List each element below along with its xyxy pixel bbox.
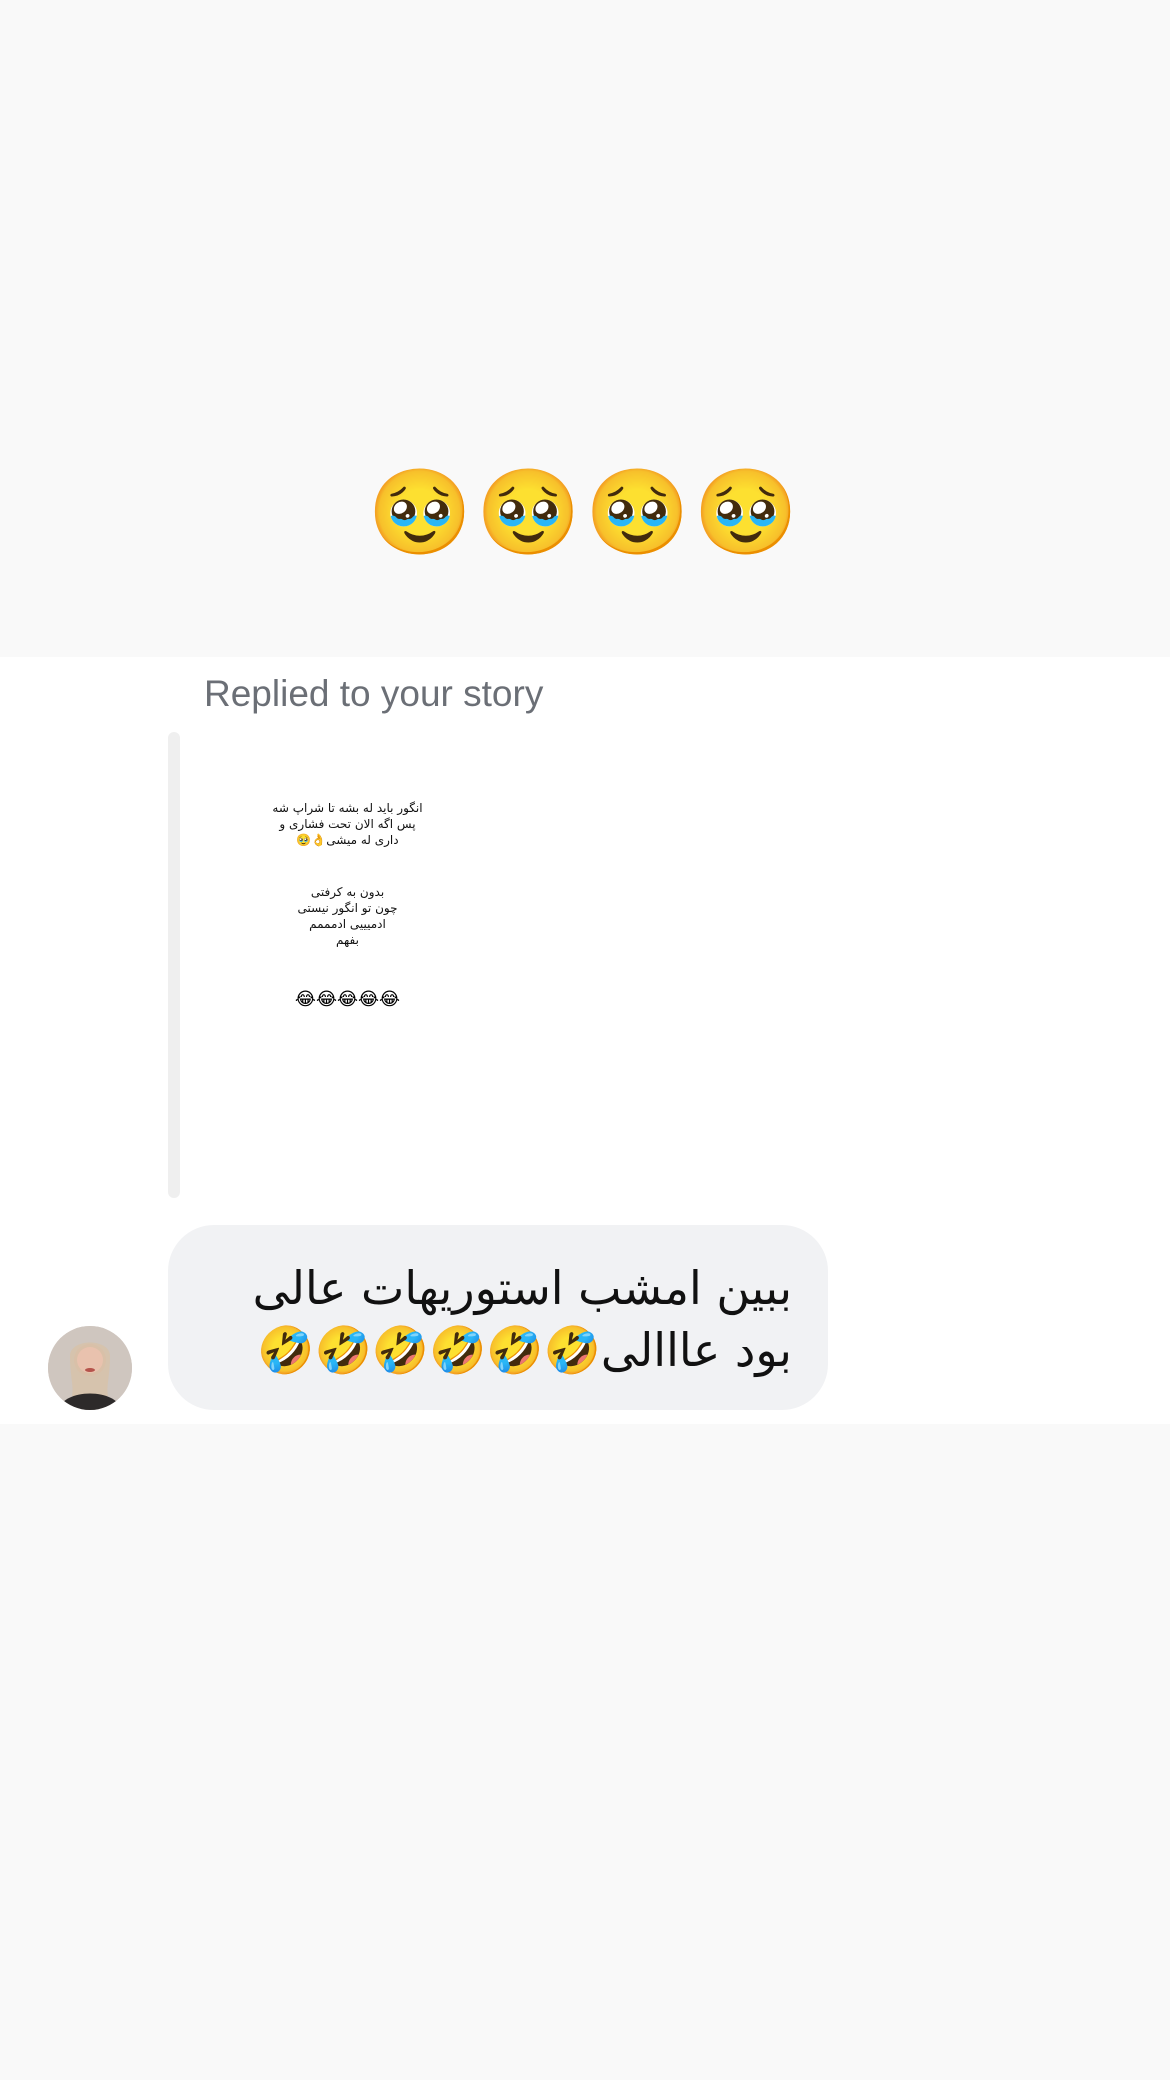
avatar[interactable] (48, 1326, 132, 1410)
quote-bar (168, 732, 180, 1198)
story-text-paragraph-2: بدون به کرفتی چون تو انگور نیستی ادمیییی… (297, 885, 398, 947)
story-emojis: 😂😂😂😂😂 (294, 989, 401, 1010)
reaction-area: 🥹🥹🥹🥹 (0, 0, 1170, 657)
message-bubble[interactable]: ببین امشب استوریهات عالی بود عااالی🤣🤣🤣🤣🤣… (168, 1225, 828, 1410)
replied-to-story-label: Replied to your story (204, 673, 544, 714)
message-text: ببین امشب استوریهات عالی بود عااالی🤣🤣🤣🤣🤣… (252, 1261, 792, 1377)
story-preview[interactable]: انگور باید له بشه تا شراپ شه پس اگه الان… (200, 732, 495, 1198)
avatar-photo-icon (48, 1326, 132, 1410)
story-text-paragraph-1: انگور باید له بشه تا شراپ شه پس اگه الان… (272, 801, 423, 847)
reaction-emojis[interactable]: 🥹🥹🥹🥹 (0, 462, 1170, 562)
